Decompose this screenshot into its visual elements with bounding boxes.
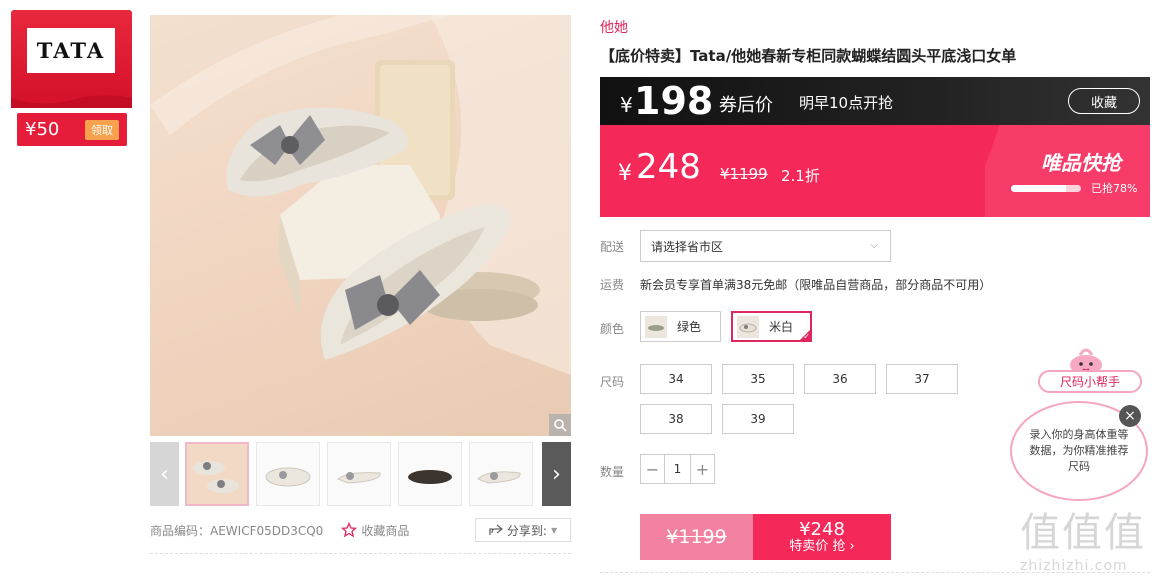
store-coupon[interactable]: ¥50 领取: [17, 113, 127, 146]
chevron-right-icon: ›: [552, 461, 561, 487]
quantity-value[interactable]: 1: [664, 455, 691, 483]
discount-rate: 2.1折: [781, 167, 820, 185]
badge-wave-decoration: [11, 95, 132, 108]
sku-code: 商品编码：AEWICF05DD3CQ0: [150, 523, 324, 538]
buy-action-label: 特卖价 抢 ›: [789, 538, 855, 554]
color-label: 颜色: [600, 322, 625, 336]
thumbnail-image: [337, 472, 381, 484]
size-helper-message: 录入你的身高体重等数据，为你精准推荐尺码: [1029, 428, 1129, 473]
brand-logo: TATA: [27, 28, 115, 73]
thumbnail-image: [187, 444, 247, 504]
sold-progress-fill: [1011, 185, 1066, 192]
flash-price-banner: ¥ 248 ¥1199 2.1折 唯品快抢 已抢78%: [600, 125, 1150, 217]
region-select[interactable]: 请选择省市区 ⌵: [640, 230, 891, 262]
coupon-price: 198: [634, 79, 714, 123]
product-photo: [150, 15, 571, 375]
currency-symbol: ¥: [618, 161, 632, 186]
collect-button[interactable]: 收藏: [1068, 88, 1140, 114]
size-option[interactable]: 36: [804, 364, 876, 394]
thumbnail-image: [477, 471, 521, 484]
shipping-fee-text: 新会员专享首单满38元免邮（限唯品自营商品，部分商品不可用）: [640, 278, 992, 292]
magnifier-icon: [554, 419, 567, 432]
caret-down-icon: ▼: [550, 525, 558, 535]
thumb-next-button[interactable]: ›: [542, 442, 571, 506]
close-icon[interactable]: ×: [1119, 405, 1141, 427]
shipping-fee-label: 运费: [600, 278, 625, 292]
thumbnail-item[interactable]: [185, 442, 249, 506]
brand-logo-text: TATA: [36, 38, 106, 63]
product-title: 【底价特卖】Tata/他她春新专柜同款蝴蝶结圆头平底浅口女单: [600, 47, 1017, 65]
buy-price: ¥248: [799, 518, 845, 540]
color-option-label: 绿色: [677, 320, 702, 334]
size-label: 尺码: [600, 375, 625, 389]
size-option[interactable]: 38: [640, 404, 712, 434]
claim-coupon-button[interactable]: 领取: [85, 119, 119, 140]
delivery-label: 配送: [600, 240, 625, 254]
size-helper-tag[interactable]: 尺码小帮手: [1038, 370, 1142, 393]
thumb-prev-button[interactable]: ‹: [150, 442, 179, 506]
chevron-down-icon: ⌵: [870, 240, 878, 251]
brand-badge[interactable]: TATA: [11, 10, 132, 108]
sold-progress-bar: [1011, 185, 1081, 192]
product-meta-row: 商品编码：AEWICF05DD3CQ0 收藏商品 分享到: ▼: [150, 516, 571, 544]
size-option[interactable]: 37: [886, 364, 958, 394]
thumbnail-image: [408, 470, 452, 484]
color-option-green[interactable]: 绿色: [640, 311, 721, 342]
buy-box: ¥1199 ¥248 特卖价 抢 ›: [640, 514, 891, 560]
thumbnail-item[interactable]: [469, 442, 533, 506]
share-label: 分享到:: [506, 523, 547, 538]
thumbnail-strip: ‹ ›: [150, 442, 571, 506]
quantity-stepper: − 1 +: [640, 454, 715, 484]
increase-button[interactable]: +: [691, 455, 714, 483]
favorite-product-button[interactable]: 收藏商品: [341, 522, 409, 539]
check-icon: ✓: [803, 332, 810, 341]
quantity-label: 数量: [600, 465, 625, 479]
sale-start-time: 明早10点开抢: [799, 94, 894, 112]
star-icon: [341, 522, 358, 538]
flash-sale-title: 唯品快抢: [1041, 151, 1121, 175]
currency-symbol: ¥: [620, 93, 633, 117]
thumbnail-image: [265, 467, 311, 487]
divider: [150, 553, 571, 554]
size-option[interactable]: 39: [722, 404, 794, 434]
favorite-label: 收藏商品: [361, 523, 410, 538]
coupon-price-banner: ¥ 198 券后价 明早10点开抢 收藏: [600, 77, 1150, 125]
thumbnail-item[interactable]: [327, 442, 391, 506]
watermark: 值值值 zhizhizhi.com: [1020, 500, 1165, 574]
color-option-beige[interactable]: 米白 ✓: [731, 311, 812, 342]
flash-sale-panel: 唯品快抢 已抢78%: [985, 125, 1150, 217]
color-swatch: [737, 315, 759, 338]
shoe-thumbnail-icon: [648, 324, 664, 331]
coupon-price-label: 券后价: [719, 95, 773, 116]
share-icon: [489, 524, 503, 535]
share-button[interactable]: 分享到: ▼: [475, 518, 571, 542]
shoe-thumbnail-icon: [739, 323, 757, 332]
original-price: ¥1199: [720, 165, 768, 183]
region-select-value: 请选择省市区: [651, 239, 724, 254]
brand-link[interactable]: 他她: [600, 17, 628, 37]
buy-now-button[interactable]: ¥248 特卖价 抢 ›: [753, 514, 891, 560]
chevron-left-icon: ‹: [160, 461, 169, 487]
zoom-button[interactable]: [549, 414, 571, 436]
watermark-logo: 值值值: [1020, 510, 1146, 556]
buy-original-price: ¥1199: [640, 514, 753, 560]
decrease-button[interactable]: −: [641, 455, 664, 483]
color-swatch: [645, 315, 667, 338]
size-option[interactable]: 35: [722, 364, 794, 394]
sold-percent: 已抢78%: [1091, 182, 1138, 195]
thumbnail-item[interactable]: [256, 442, 320, 506]
flash-price: 248: [636, 147, 701, 187]
size-option[interactable]: 34: [640, 364, 712, 394]
main-product-image[interactable]: [150, 15, 571, 436]
color-option-label: 米白: [769, 320, 794, 334]
coupon-value: ¥50: [25, 119, 60, 140]
watermark-url: zhizhizhi.com: [1020, 558, 1128, 574]
thumbnail-item[interactable]: [398, 442, 462, 506]
